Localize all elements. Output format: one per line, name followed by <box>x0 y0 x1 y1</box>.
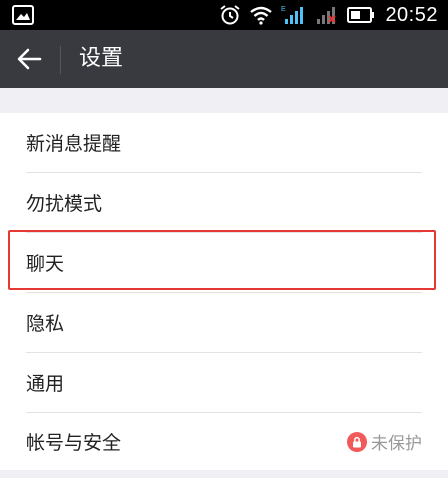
back-arrow-icon[interactable] <box>16 47 42 71</box>
settings-item-label: 勿扰模式 <box>26 193 103 215</box>
settings-item-label: 新消息提醒 <box>26 133 122 155</box>
signal-icon-2 <box>317 7 337 24</box>
account-status: 未保护 <box>347 429 422 454</box>
settings-item-notifications[interactable]: 新消息提醒 <box>0 113 448 172</box>
settings-item-label: 帐号与安全 <box>26 432 122 454</box>
settings-list: 新消息提醒 勿扰模式 聊天 隐私 通用 帐号与安全 未保护 <box>0 113 448 470</box>
settings-item-privacy[interactable]: 隐私 <box>0 293 448 352</box>
signal-icon: E <box>281 6 304 24</box>
title-bar: 设置 <box>0 30 448 88</box>
alarm-icon <box>220 5 241 25</box>
page-title: 设置 <box>79 46 124 71</box>
image-icon <box>12 5 34 25</box>
title-divider <box>60 46 61 74</box>
svg-text:E: E <box>281 6 286 13</box>
battery-icon <box>347 7 375 23</box>
settings-item-label: 隐私 <box>26 313 65 335</box>
settings-item-label: 通用 <box>26 373 65 395</box>
settings-item-account-security[interactable]: 帐号与安全 未保护 <box>0 412 448 471</box>
status-time: 20:52 <box>385 3 438 26</box>
settings-item-label: 聊天 <box>26 253 65 275</box>
account-status-text: 未保护 <box>371 434 422 454</box>
status-bar: E 20:52 <box>0 0 448 30</box>
settings-item-do-not-disturb[interactable]: 勿扰模式 <box>0 173 448 232</box>
settings-item-general[interactable]: 通用 <box>0 353 448 412</box>
wifi-icon <box>250 6 273 25</box>
lock-icon <box>347 431 367 452</box>
settings-item-chat[interactable]: 聊天 <box>0 233 448 292</box>
